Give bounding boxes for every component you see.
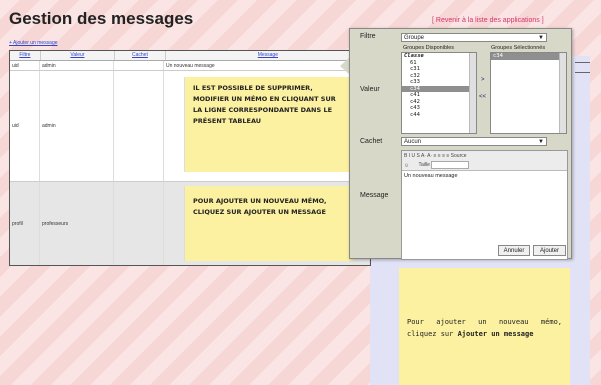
cachet-select-value: Aucun bbox=[404, 139, 422, 145]
cell-filtre: profil bbox=[10, 182, 40, 265]
page-title: Gestion des messages bbox=[9, 9, 194, 28]
dialog-pointer bbox=[340, 58, 349, 74]
selected-groups-list[interactable]: c34 bbox=[490, 52, 567, 134]
cell-message: Pour ajouter un nouveau mémo, cliquez su… bbox=[164, 182, 370, 265]
cell-valeur: professeurs bbox=[40, 182, 114, 265]
add-message-link[interactable]: + Ajouter un message bbox=[9, 40, 58, 46]
filtre-select[interactable]: Groupe ▼ bbox=[401, 33, 547, 42]
table-row[interactable]: uid admin Il est possible de supprimer, … bbox=[10, 71, 370, 182]
side-divider bbox=[575, 72, 590, 73]
toolbar-formatting-buttons[interactable]: B I U S A· A· ≡ ≡ ≡ ≡ Source bbox=[404, 152, 565, 161]
size-label: Taille bbox=[418, 162, 430, 169]
cell-filtre: uid bbox=[10, 71, 40, 181]
valeur-label: Valeur bbox=[360, 86, 380, 93]
cancel-button[interactable]: Annuler bbox=[498, 245, 530, 256]
editor-toolbar: B I U S A· A· ≡ ≡ ≡ ≡ Source ☺ Taille bbox=[402, 151, 567, 171]
scrollbar[interactable] bbox=[469, 53, 476, 133]
selected-groups-label: Groupes Sélectionnés bbox=[491, 45, 546, 51]
memo-note: Pour ajouter un nouveau mémo, cliquez su… bbox=[184, 186, 354, 261]
chevron-down-icon: ▼ bbox=[538, 139, 544, 145]
cell-cachet bbox=[114, 61, 164, 70]
move-left-button[interactable]: << bbox=[479, 94, 486, 100]
scrollbar[interactable] bbox=[559, 53, 566, 133]
available-groups-label: Groupes Disponibles bbox=[403, 45, 455, 51]
cell-message: Il est possible de supprimer, modifier u… bbox=[164, 71, 370, 181]
message-editor[interactable]: B I U S A· A· ≡ ≡ ≡ ≡ Source ☺ Taille Un… bbox=[401, 150, 568, 260]
table-row[interactable]: profil professeurs Pour ajouter un nouve… bbox=[10, 182, 370, 265]
smiley-icon[interactable]: ☺ bbox=[404, 162, 409, 168]
side-note: Pour ajouter un nouveau mémo, cliquez su… bbox=[399, 268, 570, 385]
cell-valeur: admin bbox=[40, 71, 114, 181]
table-row[interactable]: uid admin Un nouveau message bbox=[10, 61, 370, 71]
list-item-selected[interactable]: c34 bbox=[491, 53, 566, 60]
available-groups-list[interactable]: Classe 61 c31 c32 c33 c34 c41 c42 c43 c4… bbox=[401, 52, 477, 134]
header-cachet[interactable]: Cachet bbox=[115, 51, 166, 60]
add-button[interactable]: Ajouter bbox=[533, 245, 566, 256]
filtre-select-value: Groupe bbox=[404, 35, 425, 41]
cachet-label: Cachet bbox=[360, 138, 383, 145]
table-header: Filtre Valeur Cachet Message bbox=[10, 51, 370, 61]
cell-cachet bbox=[114, 71, 164, 181]
side-note-bold: Ajouter un message bbox=[457, 330, 534, 338]
filtre-label: Filtre bbox=[360, 33, 376, 40]
cell-valeur: admin bbox=[40, 61, 114, 70]
header-valeur[interactable]: Valeur bbox=[41, 51, 116, 60]
memo-note: Il est possible de supprimer, modifier u… bbox=[184, 77, 354, 172]
edit-message-dialog: Filtre Groupe ▼ Valeur Groupes Disponibl… bbox=[349, 28, 572, 260]
chevron-down-icon: ▼ bbox=[538, 35, 544, 41]
toolbar-row-2: ☺ Taille bbox=[404, 161, 565, 170]
size-select[interactable] bbox=[431, 161, 470, 169]
side-divider bbox=[575, 62, 590, 63]
cell-filtre: uid bbox=[10, 61, 40, 70]
cachet-select[interactable]: Aucun ▼ bbox=[401, 137, 547, 146]
header-filtre[interactable]: Filtre bbox=[10, 51, 41, 60]
move-right-button[interactable]: > bbox=[481, 77, 485, 83]
back-to-apps-link[interactable]: [ Revenir à la liste des applications ] bbox=[432, 17, 544, 24]
message-text[interactable]: Un nouveau message bbox=[402, 171, 567, 181]
cell-cachet bbox=[114, 182, 164, 265]
message-label: Message bbox=[360, 192, 389, 199]
list-item[interactable]: c44 bbox=[402, 112, 476, 119]
messages-table: Filtre Valeur Cachet Message uid admin U… bbox=[9, 50, 371, 266]
